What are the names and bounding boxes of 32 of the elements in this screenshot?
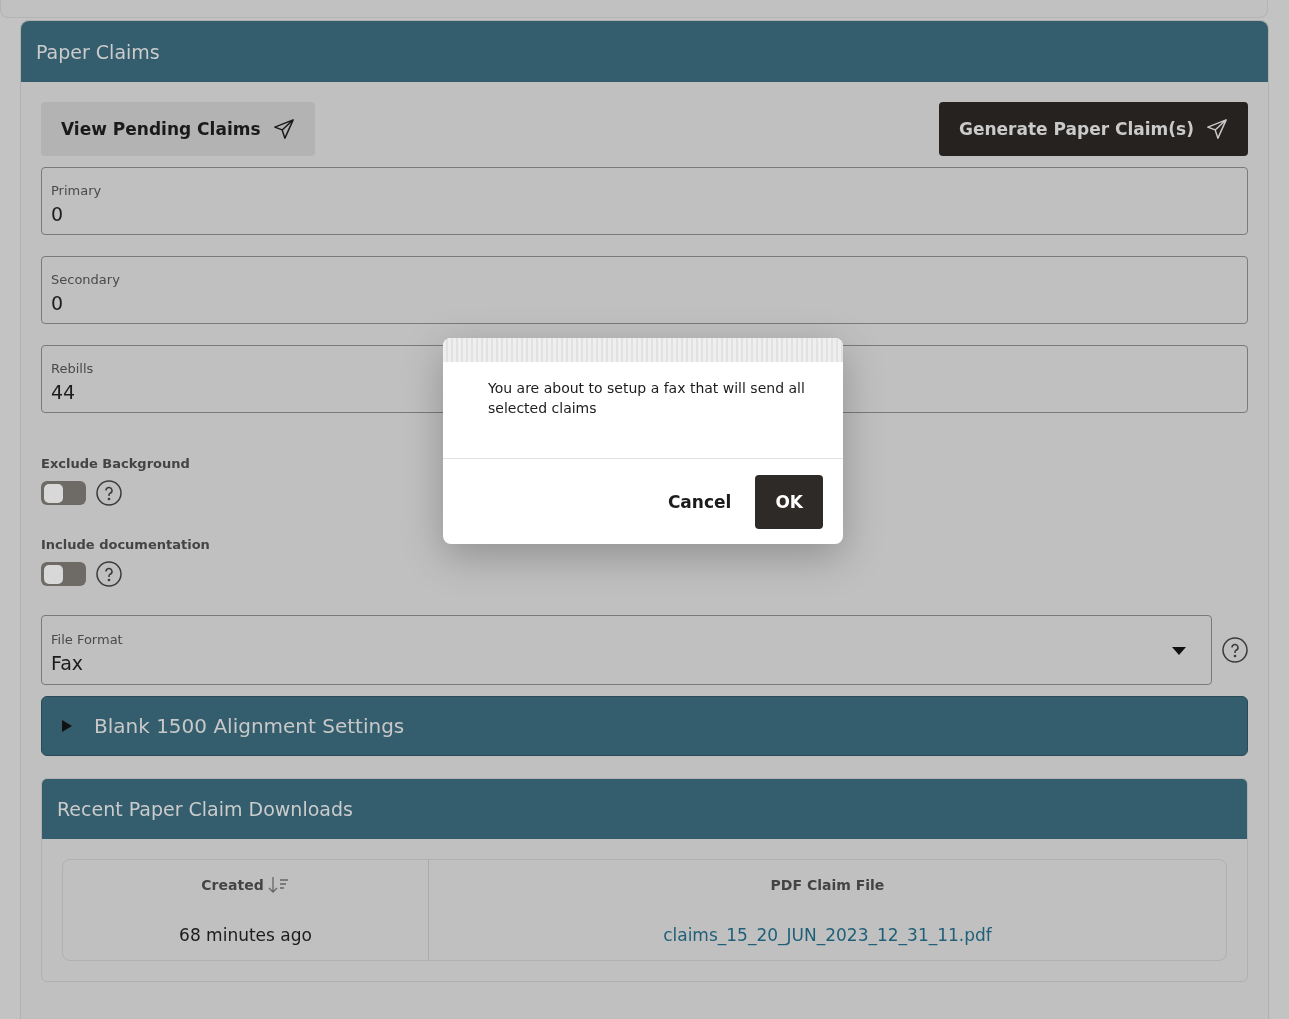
alignment-settings-header[interactable]: Blank 1500 Alignment Settings <box>41 696 1248 756</box>
field-label: Secondary <box>51 272 120 287</box>
table-cell: 68 minutes ago <box>179 925 312 945</box>
field-label: File Format <box>51 632 123 647</box>
sort-descending-icon <box>267 876 290 894</box>
field-label: Rebills <box>51 361 94 376</box>
generate-button[interactable]: Generate Paper Claim(s) <box>939 102 1248 156</box>
panel-title: Paper Claims <box>36 40 160 63</box>
toggle-label: Exclude Background <box>41 456 190 471</box>
field-value: 0 <box>51 292 64 314</box>
cancel-button[interactable]: Cancel <box>655 474 744 529</box>
field-label: Primary <box>51 183 102 198</box>
paper-plane-icon <box>272 118 295 140</box>
help-icon[interactable] <box>96 480 122 506</box>
column-header[interactable]: Created <box>63 860 429 910</box>
toggle-label: Include documentation <box>41 537 210 552</box>
toggle-switch[interactable] <box>41 562 86 586</box>
file-format-select[interactable]: File Format Fax <box>41 615 1212 685</box>
help-icon[interactable] <box>96 561 122 587</box>
card-title: Recent Paper Claim Downloads <box>57 798 353 820</box>
file-link[interactable]: claims_15_20_JUN_2023_12_31_11.pdf <box>663 925 992 945</box>
field-value: 0 <box>51 203 64 225</box>
help-icon[interactable] <box>1222 637 1248 663</box>
view-pending-button[interactable]: View Pending Claims <box>41 102 315 156</box>
column-header[interactable]: PDF Claim File <box>429 860 1226 910</box>
paper-plane-icon <box>1206 118 1228 140</box>
ok-button[interactable]: OK <box>755 474 823 529</box>
dialog-message: You are about to setup a fax that will send all selected claims <box>488 379 806 418</box>
field-value: 44 <box>51 381 76 403</box>
toggle-switch[interactable] <box>41 481 86 505</box>
dropdown-caret-icon <box>1172 647 1186 655</box>
field-value: Fax <box>51 652 84 674</box>
